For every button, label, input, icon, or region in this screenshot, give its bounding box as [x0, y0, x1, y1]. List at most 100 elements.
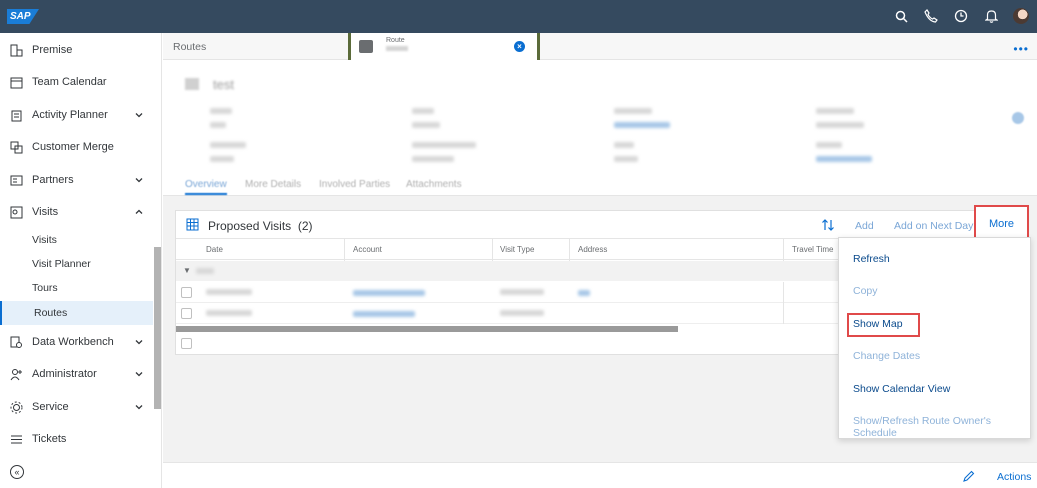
header-field-label — [816, 142, 842, 148]
header-field-label — [614, 108, 652, 114]
add-button[interactable]: Add — [855, 220, 874, 232]
collapse-sidebar-icon[interactable]: « — [10, 465, 24, 479]
tab-route-detail[interactable]: Route × — [348, 33, 540, 60]
table-grid-icon — [186, 218, 199, 231]
phone-icon[interactable] — [923, 8, 939, 24]
menu-item-show-calendar-view[interactable]: Show Calendar View — [853, 383, 950, 395]
header-field-value — [816, 122, 864, 128]
sidebar-item-label: Activity Planner — [32, 109, 108, 121]
sidebar-subitem-routes[interactable]: Routes — [0, 301, 153, 325]
sidebar-subitem-tours[interactable]: Tours — [0, 276, 153, 300]
column-header-account[interactable]: Account — [353, 245, 382, 254]
select-all-checkbox[interactable] — [181, 338, 192, 349]
admin-icon — [10, 368, 22, 380]
tickets-icon — [11, 435, 22, 443]
more-actions-menu: Refresh Copy Show Map Change Dates Show … — [838, 237, 1031, 439]
menu-item-copy: Copy — [853, 285, 878, 297]
row-address-link[interactable] — [578, 290, 590, 296]
chevron-down-icon[interactable] — [135, 338, 143, 346]
sidebar-item-premise[interactable]: Premise — [0, 34, 153, 66]
column-header-travel-time[interactable]: Travel Time — [792, 245, 834, 254]
column-divider — [783, 239, 784, 261]
sidebar-item-team-calendar[interactable]: Team Calendar — [0, 66, 153, 98]
overflow-icon[interactable]: ••• — [1013, 42, 1029, 56]
header-field-value — [210, 156, 234, 162]
row-checkbox[interactable] — [181, 287, 192, 298]
tab-more-details[interactable]: More Details — [245, 179, 301, 190]
column-header-address[interactable]: Address — [578, 245, 607, 254]
sort-icon[interactable] — [821, 218, 835, 232]
shell-actions — [893, 8, 1029, 24]
chevron-down-icon[interactable] — [135, 176, 143, 184]
shell-bar: SAP — [0, 0, 1037, 33]
header-tabs: Overview More Details Involved Parties A… — [163, 176, 1037, 196]
sidebar-item-administrator[interactable]: Administrator — [0, 358, 153, 390]
bell-icon[interactable] — [983, 8, 999, 24]
header-field-label — [412, 142, 476, 148]
chevron-up-icon[interactable] — [135, 208, 143, 216]
add-on-next-day-button[interactable]: Add on Next Day — [894, 220, 973, 232]
sidebar-subitem-visit-planner[interactable]: Visit Planner — [0, 252, 153, 276]
chevron-down-icon[interactable]: ▼ — [183, 266, 191, 275]
sidebar-subitem-visits[interactable]: Visits — [0, 228, 153, 252]
clipboard-icon — [11, 110, 22, 121]
sidebar-item-label: Customer Merge — [32, 141, 114, 153]
user-avatar[interactable] — [1013, 8, 1029, 24]
menu-item-refresh[interactable]: Refresh — [853, 253, 890, 265]
side-navigation: Premise Team Calendar Activity Planner C… — [0, 33, 162, 488]
search-icon[interactable] — [893, 8, 909, 24]
route-object-icon — [185, 78, 199, 90]
row-date — [206, 310, 252, 316]
row-checkbox[interactable] — [181, 308, 192, 319]
column-header-date[interactable]: Date — [206, 245, 223, 254]
tab-routes[interactable]: Routes — [173, 41, 206, 53]
clock-icon[interactable] — [953, 8, 969, 24]
tab-attachments[interactable]: Attachments — [406, 179, 462, 190]
group-label — [196, 268, 214, 274]
sidebar-item-customer-merge[interactable]: Customer Merge — [0, 131, 153, 163]
menu-item-show-map[interactable]: Show Map — [853, 318, 903, 330]
sidebar-item-partners[interactable]: Partners — [0, 164, 153, 196]
sidebar-item-data-workbench[interactable]: Data Workbench — [0, 326, 153, 358]
close-icon[interactable]: × — [514, 41, 525, 52]
partners-icon — [10, 175, 23, 185]
info-icon[interactable] — [1012, 112, 1024, 124]
header-field-label — [210, 108, 232, 114]
sidebar-item-label: Data Workbench — [32, 336, 114, 348]
sidebar-item-service[interactable]: Service — [0, 391, 153, 423]
route-icon — [359, 40, 373, 53]
column-divider — [344, 239, 345, 261]
premise-icon — [10, 44, 23, 56]
header-field-link[interactable] — [614, 122, 670, 128]
merge-icon — [10, 141, 23, 153]
service-icon — [10, 401, 23, 413]
column-divider — [492, 239, 493, 261]
sidebar-item-activity-planner[interactable]: Activity Planner — [0, 99, 153, 131]
header-field-link[interactable] — [816, 156, 872, 162]
horizontal-scrollbar[interactable] — [176, 326, 678, 332]
chevron-down-icon[interactable] — [135, 111, 143, 119]
tab-involved-parties[interactable]: Involved Parties — [319, 179, 390, 190]
sidebar-item-tickets[interactable]: Tickets — [0, 423, 153, 455]
sidebar-item-visits[interactable]: Visits — [0, 196, 153, 228]
chevron-down-icon[interactable] — [135, 403, 143, 411]
row-account-link[interactable] — [353, 290, 425, 296]
sidebar-item-label: Visits — [32, 206, 59, 218]
sidebar-scrollbar[interactable] — [154, 247, 161, 409]
header-field-label — [412, 108, 434, 114]
row-visit-type — [500, 310, 544, 316]
sap-logo[interactable]: SAP — [7, 9, 39, 24]
edit-icon[interactable] — [963, 470, 975, 482]
sidebar-item-label: Service — [32, 401, 69, 413]
menu-item-change-dates: Change Dates — [853, 350, 921, 362]
sidebar-item-label: Tickets — [32, 433, 67, 445]
chevron-down-icon[interactable] — [135, 370, 143, 378]
row-account-link[interactable] — [353, 311, 415, 317]
column-header-visit-type[interactable]: Visit Type — [500, 245, 534, 254]
header-field-value — [614, 156, 638, 162]
actions-button[interactable]: Actions — [997, 471, 1031, 483]
menu-item-refresh-owner-schedule: Show/Refresh Route Owner's Schedule — [853, 415, 991, 439]
tab-strip: Routes Route × ••• — [163, 33, 1037, 60]
tab-overview[interactable]: Overview — [185, 179, 227, 195]
workbench-icon — [10, 336, 22, 348]
